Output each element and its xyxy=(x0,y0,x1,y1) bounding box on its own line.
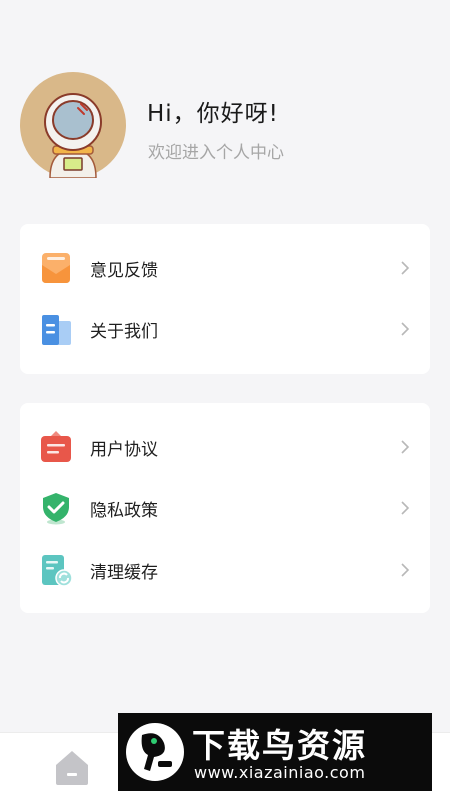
chevron-right-icon xyxy=(401,440,410,454)
menu-item-about-us[interactable]: 关于我们 xyxy=(20,301,430,357)
menu-item-user-agreement[interactable]: 用户协议 xyxy=(20,419,430,475)
chevron-right-icon xyxy=(401,501,410,515)
clean-cache-icon xyxy=(38,552,74,588)
chevron-right-icon xyxy=(401,563,410,577)
menu-item-label: 意见反馈 xyxy=(90,260,158,281)
greeting-subtitle: 欢迎进入个人中心 xyxy=(148,143,284,163)
watermark-title: 下载鸟资源 xyxy=(192,726,367,765)
profile-header: Hi，你好呀! 欢迎进入个人中心 xyxy=(20,72,430,180)
menu-card-settings: 用户协议 隐私政策 清理缓存 xyxy=(20,403,430,613)
chevron-right-icon xyxy=(401,322,410,336)
menu-item-feedback[interactable]: 意见反馈 xyxy=(20,240,430,296)
watermark-banner: 下载鸟资源 www.xiazainiao.com xyxy=(118,713,432,791)
greeting-text: Hi，你好呀! xyxy=(147,101,279,127)
watermark-url: www.xiazainiao.com xyxy=(194,763,366,782)
agreement-badge-icon xyxy=(38,429,74,465)
building-icon xyxy=(38,311,74,347)
menu-item-privacy-policy[interactable]: 隐私政策 xyxy=(20,480,430,536)
menu-card-general: 意见反馈 关于我们 xyxy=(20,224,430,374)
feedback-envelope-icon xyxy=(38,250,74,286)
menu-item-label: 清理缓存 xyxy=(90,562,158,583)
home-tab-icon[interactable] xyxy=(52,747,92,787)
bird-logo-icon xyxy=(126,723,184,781)
shield-check-icon xyxy=(38,490,74,526)
menu-item-label: 关于我们 xyxy=(90,321,158,342)
chevron-right-icon xyxy=(401,261,410,275)
menu-item-clear-cache[interactable]: 清理缓存 xyxy=(20,542,430,598)
astronaut-avatar[interactable] xyxy=(20,72,126,178)
menu-item-label: 隐私政策 xyxy=(90,500,158,521)
menu-item-label: 用户协议 xyxy=(90,439,158,460)
